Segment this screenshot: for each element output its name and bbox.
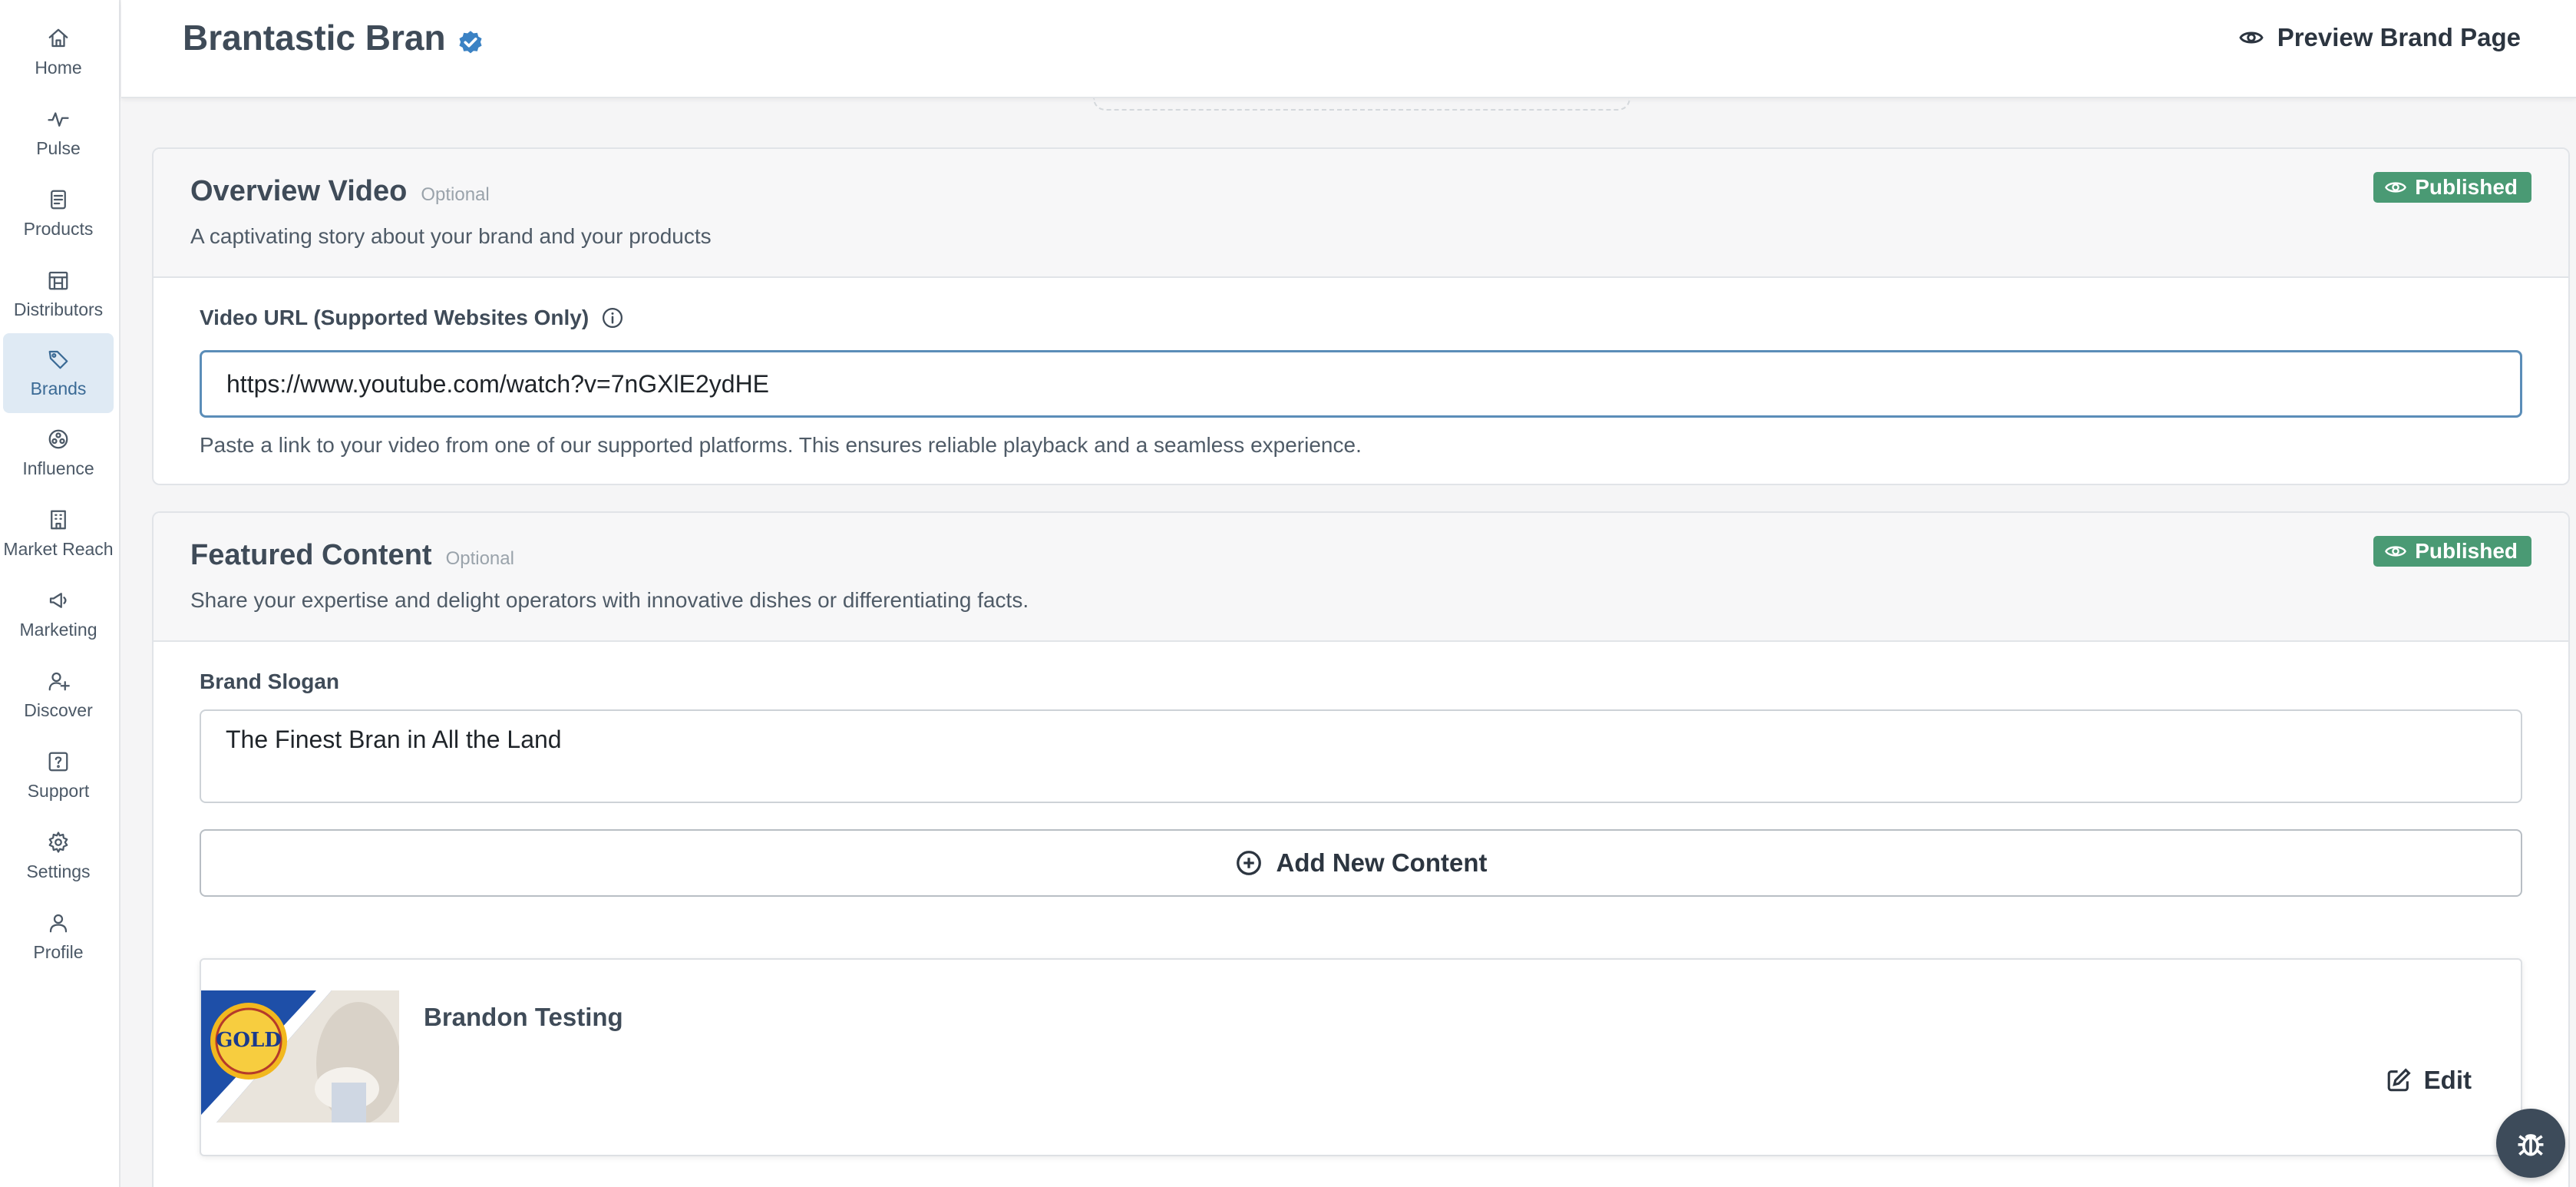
distributors-icon (47, 269, 70, 292)
sidebar-item-influence[interactable]: Influence (3, 413, 114, 493)
optional-label: Optional (421, 184, 490, 205)
add-new-content-button[interactable]: Add New Content (200, 829, 2522, 897)
sidebar-item-label: Products (23, 218, 94, 239)
home-icon (47, 27, 70, 50)
sidebar-item-settings[interactable]: Settings (3, 816, 114, 896)
sidebar-item-label: Marketing (19, 619, 97, 640)
status-label: Published (2415, 539, 2518, 563)
sidebar-item-brands[interactable]: Brands (3, 333, 114, 413)
sidebar-item-label: Settings (26, 861, 91, 881)
sidebar-item-discover[interactable]: Discover (3, 655, 114, 735)
gear-icon (47, 831, 70, 854)
edit-icon (2387, 1068, 2411, 1092)
card-title: Featured Content Optional (190, 539, 514, 572)
sidebar-item-support[interactable]: Support (3, 736, 114, 815)
brand-slogan-label: Brand Slogan (200, 670, 340, 693)
sidebar-item-home[interactable]: Home (3, 12, 114, 92)
video-url-input[interactable]: https://www.youtube.com/watch?v=7nGXlE2y… (200, 350, 2522, 418)
sidebar-item-label: Distributors (13, 299, 104, 319)
preview-brand-page-button[interactable]: Preview Brand Page (2239, 23, 2521, 52)
user-icon (47, 911, 70, 934)
sidebar-item-label: Brands (30, 378, 87, 398)
video-url-label: Video URL (Supported Websites Only) (200, 306, 624, 330)
overview-video-title: Overview Video (190, 175, 408, 207)
bug-report-button[interactable] (2496, 1109, 2565, 1178)
sidebar: Home Pulse Products Distributors Brands … (0, 0, 121, 1187)
verified-badge-icon (457, 24, 484, 54)
status-label: Published (2415, 175, 2518, 199)
preview-label: Preview Brand Page (2277, 23, 2521, 51)
page-title: Brantastic Bran (183, 17, 484, 58)
user-plus-icon (47, 670, 70, 693)
thumbnail-logo-text: GOLD (216, 1029, 282, 1052)
content-item: GOLD Brandon Testing Edit (200, 958, 2522, 1156)
video-url-helper-text: Paste a link to your video from one of o… (200, 433, 1362, 457)
add-new-content-label: Add New Content (1276, 848, 1488, 877)
dashed-divider (1093, 98, 1630, 111)
featured-content-title: Featured Content (190, 539, 432, 571)
eye-icon (2385, 182, 2407, 193)
status-badge[interactable]: Published (2373, 536, 2531, 567)
sidebar-item-label: Profile (33, 941, 84, 962)
brand-name: Brantastic Bran (183, 18, 446, 58)
optional-label: Optional (445, 548, 514, 569)
sidebar-item-products[interactable]: Products (3, 174, 114, 253)
sidebar-item-label: Market Reach (3, 538, 114, 559)
featured-content-card: Featured Content Optional Share your exp… (152, 511, 2570, 1187)
bug-icon (2518, 1134, 2544, 1156)
sidebar-item-label: Influence (22, 458, 94, 478)
sidebar-item-label: Discover (24, 699, 93, 720)
sidebar-item-market-reach[interactable]: Market Reach (3, 494, 114, 574)
edit-label: Edit (2423, 1066, 2472, 1094)
help-icon (47, 750, 70, 773)
products-icon (47, 188, 70, 211)
sidebar-item-pulse[interactable]: Pulse (3, 93, 114, 173)
card-header: Featured Content Optional Share your exp… (154, 513, 2568, 642)
eye-icon (2385, 546, 2407, 557)
card-title: Overview Video Optional (190, 175, 490, 208)
plus-circle-icon (1236, 851, 1261, 875)
edit-button[interactable]: Edit (2386, 1066, 2472, 1095)
video-url-label-text: Video URL (Supported Websites Only) (200, 306, 590, 329)
megaphone-icon (47, 589, 70, 612)
eye-icon (2239, 31, 2264, 44)
influence-icon (47, 428, 70, 451)
building-icon (47, 508, 70, 531)
overview-video-card: Overview Video Optional A captivating st… (152, 147, 2570, 485)
status-badge[interactable]: Published (2373, 172, 2531, 203)
card-description: A captivating story about your brand and… (190, 224, 712, 248)
sidebar-item-label: Support (27, 780, 90, 801)
page-header: Brantastic Bran Preview Brand Page (121, 0, 2576, 98)
content-thumbnail[interactable]: GOLD (201, 990, 399, 1123)
info-icon[interactable] (601, 306, 624, 329)
sidebar-item-profile[interactable]: Profile (3, 897, 114, 977)
sidebar-item-label: Home (35, 57, 82, 78)
brand-slogan-textarea[interactable]: The Finest Bran in All the Land (200, 709, 2522, 803)
card-description: Share your expertise and delight operato… (190, 588, 1029, 612)
sidebar-item-label: Pulse (36, 137, 81, 158)
sidebar-item-distributors[interactable]: Distributors (3, 254, 114, 334)
sidebar-item-marketing[interactable]: Marketing (3, 574, 114, 654)
card-header: Overview Video Optional A captivating st… (154, 149, 2568, 278)
pulse-icon (47, 107, 70, 131)
tag-icon (47, 348, 70, 371)
content-item-title: Brandon Testing (424, 1003, 623, 1031)
